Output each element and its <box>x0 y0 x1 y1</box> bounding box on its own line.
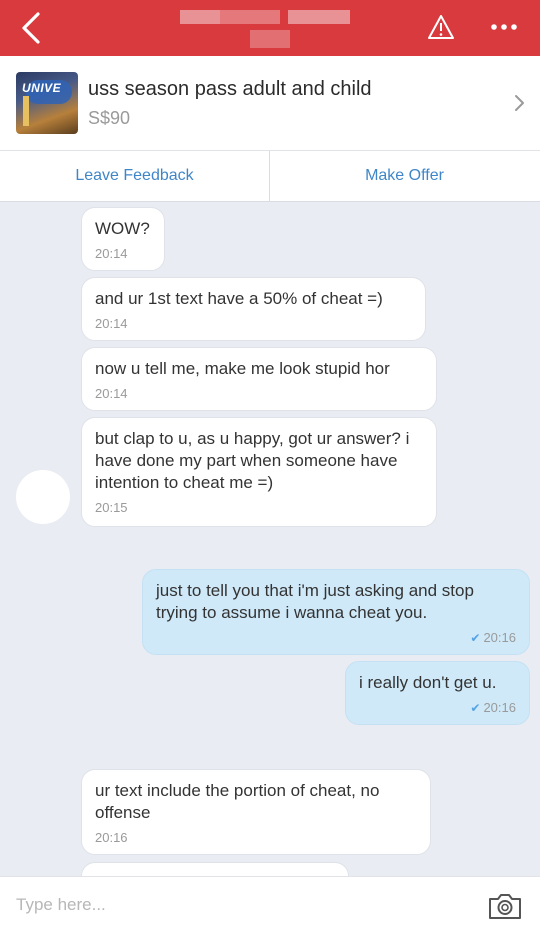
back-chevron-icon[interactable] <box>14 10 50 46</box>
double-check-icon: ✔ <box>470 631 481 645</box>
top-bar <box>0 0 540 56</box>
listing-thumbnail: UNIVE <box>16 72 78 134</box>
message-bubble: ur text include the portion of cheat, no… <box>81 769 431 855</box>
chat-thread[interactable]: WOW? 20:14 and ur 1st text have a 50% of… <box>0 202 540 876</box>
listing-title: uss season pass adult and child <box>88 78 372 100</box>
message-text: just to tell you that i'm just asking an… <box>156 581 474 622</box>
message-input[interactable] <box>14 889 468 921</box>
message-composer <box>0 876 540 934</box>
message-time: 20:14 <box>95 316 128 331</box>
chevron-right-icon <box>515 95 524 111</box>
my-message-bubble: just to tell you that i'm just asking an… <box>142 569 530 655</box>
message-time: 20:15 <box>95 500 128 515</box>
message-status: ✔ 20:16 <box>156 630 516 645</box>
listing-price: S$90 <box>88 108 131 128</box>
camera-icon[interactable] <box>487 891 523 921</box>
message-time: 20:16 <box>95 830 128 845</box>
double-check-icon: ✔ <box>470 701 481 715</box>
avatar[interactable] <box>16 470 70 524</box>
message-bubble: now u tell me, make me look stupid hor 2… <box>81 347 437 411</box>
warning-icon[interactable] <box>427 14 455 40</box>
message-bubble-partial <box>81 862 349 876</box>
leave-feedback-button[interactable]: Leave Feedback <box>0 151 269 201</box>
message-time: 20:14 <box>95 246 128 261</box>
message-time: 20:16 <box>483 630 516 645</box>
message-text: WOW? <box>95 219 150 238</box>
listing-card[interactable]: UNIVE uss season pass adult and child S$… <box>0 56 540 151</box>
action-bar: Leave Feedback Make Offer <box>0 151 540 202</box>
message-text: i really don't get u. <box>359 673 497 692</box>
message-time: 20:14 <box>95 386 128 401</box>
message-text: but clap to u, as u happy, got ur answer… <box>95 429 410 492</box>
more-options-icon[interactable] <box>488 16 520 38</box>
message-bubble: and ur 1st text have a 50% of cheat =) 2… <box>81 277 426 341</box>
message-text: and ur 1st text have a 50% of cheat =) <box>95 289 383 308</box>
message-bubble: but clap to u, as u happy, got ur answer… <box>81 417 437 527</box>
message-text: ur text include the portion of cheat, no… <box>95 781 380 822</box>
my-message-bubble: i really don't get u. ✔ 20:16 <box>345 661 530 725</box>
blurred-username <box>180 10 350 48</box>
message-text: now u tell me, make me look stupid hor <box>95 359 390 378</box>
message-bubble: WOW? 20:14 <box>81 207 165 271</box>
make-offer-button[interactable]: Make Offer <box>270 151 539 201</box>
message-time: 20:16 <box>483 700 516 715</box>
message-status: ✔ 20:16 <box>359 700 516 715</box>
